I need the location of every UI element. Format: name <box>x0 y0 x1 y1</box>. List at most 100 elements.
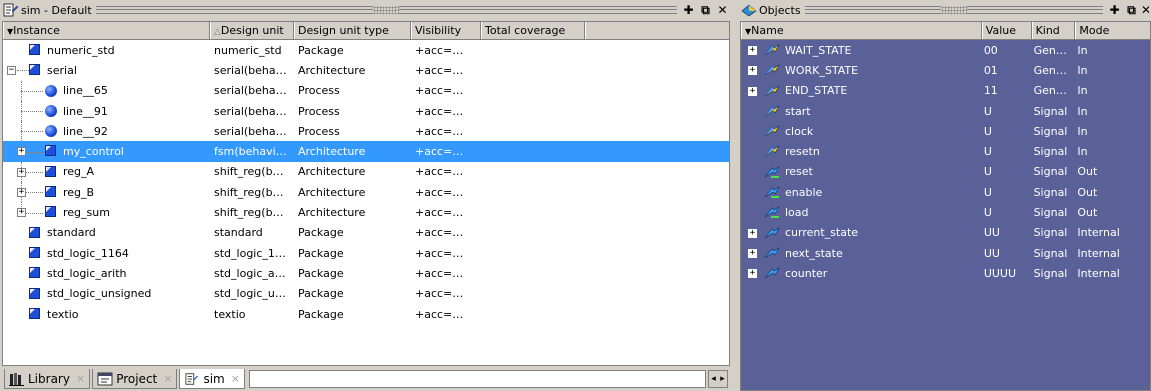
col-value[interactable]: Value <box>981 22 1032 39</box>
object-value: U <box>983 165 992 179</box>
dock-add-icon[interactable]: ✚ <box>681 3 696 17</box>
close-icon[interactable]: ✕ <box>715 3 730 17</box>
instance-label: numeric_std <box>47 43 115 57</box>
instance-row[interactable]: std_logic_unsigned std_logic_u… Package +ac… <box>3 284 729 304</box>
object-kind: Signal <box>1033 266 1068 280</box>
col-name[interactable]: ▼Name <box>741 22 982 39</box>
instance-row[interactable]: std_logic_1164 std_logic_1… Package +acc=… <box>3 243 729 263</box>
expand-icon[interactable]: + <box>17 208 26 218</box>
col-instance[interactable]: ▼Instance <box>3 22 210 39</box>
expand-icon[interactable]: + <box>748 248 757 258</box>
tab-scroll-arrows[interactable]: ◂ ▸ <box>708 370 728 388</box>
undock-icon[interactable]: ⧉ <box>698 3 713 17</box>
object-name-cell: resetn <box>741 141 982 161</box>
design-unit-cell: std_logic_u… <box>214 287 286 301</box>
objects-undock-icon[interactable]: ⧉ <box>1124 3 1139 17</box>
design-unit-type-cell: Process <box>298 124 340 138</box>
object-row[interactable]: resetn U Signal In <box>741 141 1150 161</box>
col-design-unit[interactable]: △Design unit <box>210 22 294 39</box>
signal-in-icon <box>764 105 780 117</box>
tab-project-close-icon[interactable]: × <box>163 372 172 385</box>
instance-label: std_logic_arith <box>47 266 127 280</box>
object-row[interactable]: load U Signal Out <box>741 202 1150 222</box>
col-total-coverage[interactable]: Total coverage <box>481 22 585 39</box>
instance-row[interactable]: std_logic_arith std_logic_a… Package +acc=… <box>3 263 729 283</box>
expand-icon[interactable]: + <box>748 66 757 76</box>
tab-sim-close-icon[interactable]: × <box>231 372 240 385</box>
design-unit-type-cell: Process <box>298 104 340 118</box>
horizontal-scrollbar[interactable] <box>248 370 706 388</box>
object-row[interactable]: reset U Signal Out <box>741 162 1150 182</box>
expand-icon[interactable]: + <box>748 46 757 55</box>
object-name-cell: load <box>741 202 982 222</box>
design-unit-type-cell: Architecture <box>298 185 366 199</box>
object-mode: Internal <box>1077 266 1120 280</box>
instance-row[interactable]: standard standard Package +acc=… <box>3 223 729 243</box>
object-row[interactable]: + WAIT_STATE 00 Gen… In <box>741 40 1150 60</box>
instance-cell: line__91 <box>3 100 210 122</box>
object-kind: Signal <box>1033 226 1068 240</box>
architecture-icon <box>45 206 56 218</box>
expand-icon[interactable]: + <box>748 86 757 96</box>
object-mode: Internal <box>1077 246 1120 260</box>
object-row[interactable]: + current_state UU Signal Internal <box>741 223 1150 243</box>
object-name: counter <box>785 266 828 280</box>
objects-pane: Objects ✚ ⧉ ✕ ▼Name Value Kind Mode + WAI… <box>738 0 1151 391</box>
expand-icon[interactable]: + <box>17 167 26 177</box>
process-icon <box>45 125 57 138</box>
tab-sim[interactable]: sim × <box>179 369 245 389</box>
sim-titlebar-grip[interactable] <box>95 6 678 14</box>
object-name-cell: + next_state <box>741 243 982 263</box>
instance-row[interactable]: line__65 serial(beha… Process +acc=… <box>3 80 729 101</box>
visibility-cell: +acc=… <box>415 206 464 220</box>
object-row[interactable]: + END_STATE 11 Gen… In <box>741 81 1150 101</box>
object-mode: In <box>1077 104 1088 118</box>
instance-label: line__92 <box>63 124 108 138</box>
tab-project[interactable]: Project × <box>92 369 178 389</box>
signal-in-icon <box>764 125 780 137</box>
scroll-left-icon[interactable]: ◂ <box>711 374 716 384</box>
object-row[interactable]: + next_state UU Signal Internal <box>741 243 1150 263</box>
instance-row[interactable]: textio textio Package +acc=… <box>3 304 729 324</box>
expand-icon[interactable]: + <box>17 147 26 157</box>
object-row[interactable]: start U Signal In <box>741 101 1150 121</box>
tab-library-close-icon[interactable]: × <box>76 372 85 385</box>
objects-titlebar[interactable]: Objects ✚ ⧉ ✕ <box>738 0 1151 20</box>
instance-row[interactable]: line__92 serial(beha… Process +acc=… <box>3 121 729 142</box>
instance-row[interactable]: + reg_B shift_reg(b… Architecture +acc=… <box>3 182 729 203</box>
object-mode: Out <box>1077 165 1098 179</box>
col-mode[interactable]: Mode <box>1075 22 1150 39</box>
instance-label: std_logic_unsigned <box>47 287 152 301</box>
object-row[interactable]: enable U Signal Out <box>741 182 1150 202</box>
object-row[interactable]: clock U Signal In <box>741 121 1150 141</box>
sort-asc-icon: △ <box>214 27 221 37</box>
project-icon <box>97 372 113 385</box>
expand-icon[interactable]: + <box>748 228 757 238</box>
instance-cell: textio <box>3 304 210 324</box>
objects-close-icon[interactable]: ✕ <box>1141 3 1149 17</box>
col-kind[interactable]: Kind <box>1031 22 1076 39</box>
signal-internal-icon <box>764 247 780 259</box>
design-unit-cell: serial(beha… <box>214 124 287 138</box>
object-kind: Gen… <box>1033 84 1067 98</box>
instance-row[interactable]: + reg_sum shift_reg(b… Architecture +acc=… <box>3 202 729 222</box>
expand-icon[interactable]: + <box>748 269 757 279</box>
object-row[interactable]: + WORK_STATE 01 Gen… In <box>741 60 1150 80</box>
instance-row[interactable]: − serial serial(beha… Architecture +acc=… <box>3 60 729 80</box>
instance-row[interactable]: numeric_std numeric_std Package +acc=… <box>3 40 729 60</box>
scroll-right-icon[interactable]: ▸ <box>720 374 725 384</box>
collapse-icon[interactable]: − <box>7 66 16 76</box>
col-design-unit-type[interactable]: Design unit type <box>294 22 411 39</box>
tab-library[interactable]: Library × <box>4 369 91 389</box>
col-visibility[interactable]: Visibility <box>411 22 481 39</box>
instance-row[interactable]: + reg_A shift_reg(b… Architecture +acc=… <box>3 161 729 183</box>
instance-row[interactable]: line__91 serial(beha… Process +acc=… <box>3 100 729 122</box>
objects-dock-add-icon[interactable]: ✚ <box>1107 3 1122 17</box>
tree-line <box>21 131 43 133</box>
objects-titlebar-grip[interactable] <box>804 6 1104 14</box>
sim-titlebar[interactable]: sim - Default ✚ ⧉ ✕ <box>0 0 732 20</box>
expand-icon[interactable]: + <box>17 188 26 198</box>
object-row[interactable]: + counter UUUU Signal Internal <box>741 263 1150 283</box>
signal-in-icon <box>764 64 780 76</box>
instance-row[interactable]: + my_control fsm(behavi… Architecture +acc=… <box>3 141 729 162</box>
